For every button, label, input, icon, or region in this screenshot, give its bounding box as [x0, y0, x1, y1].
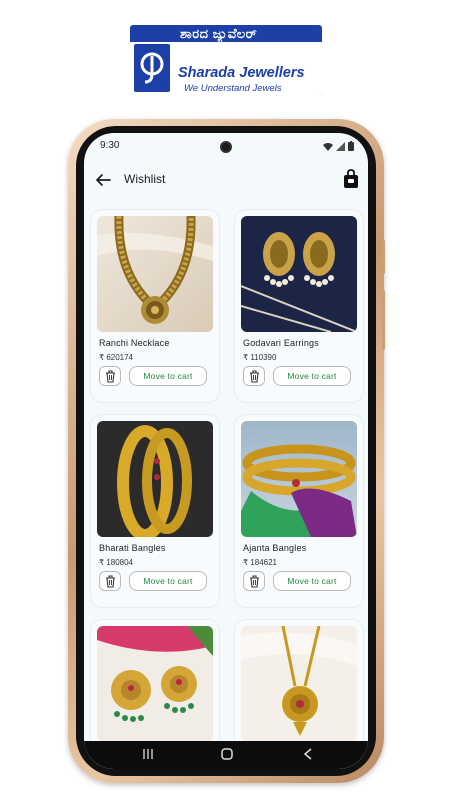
- volume-button: [382, 240, 385, 274]
- product-price: ₹ 620174: [99, 353, 134, 362]
- move-to-cart-button[interactable]: Move to cart: [273, 571, 351, 591]
- app-screen: 9:30 Wishlist Ranchi Necklace ₹ 620174 M…: [84, 133, 368, 769]
- product-card[interactable]: Bharati Bangles ₹ 180804 Move to cart: [90, 414, 220, 608]
- product-card[interactable]: Godavari Earrings ₹ 110390 Move to cart: [234, 209, 364, 403]
- status-icons: [323, 141, 354, 151]
- delete-button[interactable]: [99, 571, 121, 591]
- product-price: ₹ 110390: [243, 353, 277, 362]
- back-arrow-icon[interactable]: [94, 171, 112, 189]
- power-button: [382, 290, 385, 350]
- product-name: Ranchi Necklace: [99, 338, 170, 348]
- brand-english-name: Sharada Jewellers: [178, 65, 305, 81]
- system-nav-bar: [84, 741, 368, 769]
- product-name: Godavari Earrings: [243, 338, 319, 348]
- move-to-cart-button[interactable]: Move to cart: [129, 366, 207, 386]
- status-time: 9:30: [100, 140, 120, 151]
- page-title: Wishlist: [124, 172, 166, 186]
- move-to-cart-button[interactable]: Move to cart: [273, 366, 351, 386]
- product-image[interactable]: [241, 216, 357, 332]
- product-image[interactable]: [241, 626, 357, 742]
- signal-icon: [336, 141, 345, 151]
- status-bar: 9:30: [84, 133, 368, 159]
- product-name: Bharati Bangles: [99, 543, 166, 553]
- trash-icon: [250, 575, 259, 588]
- product-image[interactable]: [97, 421, 213, 537]
- move-to-cart-button[interactable]: Move to cart: [129, 571, 207, 591]
- delete-button[interactable]: [243, 366, 265, 386]
- back-nav-icon[interactable]: [302, 747, 314, 761]
- trash-icon: [106, 370, 115, 383]
- product-price: ₹ 184621: [243, 558, 278, 567]
- trash-icon: [106, 575, 115, 588]
- recent-apps-icon[interactable]: [142, 747, 154, 761]
- delete-button[interactable]: [243, 571, 265, 591]
- wifi-icon: [323, 142, 333, 151]
- product-card[interactable]: Ajanta Bangles ₹ 184621 Move to cart: [234, 414, 364, 608]
- home-icon[interactable]: [220, 747, 234, 761]
- brand-logo-icon: [134, 44, 170, 92]
- delete-button[interactable]: [99, 366, 121, 386]
- product-image[interactable]: [97, 216, 213, 332]
- shopping-bag-icon[interactable]: [342, 169, 360, 189]
- product-image[interactable]: [97, 626, 213, 742]
- brand-tagline: We Understand Jewels: [184, 83, 282, 94]
- product-image[interactable]: [241, 421, 357, 537]
- product-price: ₹ 180804: [99, 558, 134, 567]
- app-bar: Wishlist: [84, 163, 368, 197]
- front-camera: [220, 141, 232, 153]
- product-name: Ajanta Bangles: [243, 543, 307, 553]
- brand-banner: ಶಾರದ ಜ್ಯುವೆಲರ್ Sharada Jewellers We Unde…: [130, 25, 322, 95]
- product-card[interactable]: Ranchi Necklace ₹ 620174 Move to cart: [90, 209, 220, 403]
- battery-icon: [348, 141, 354, 151]
- trash-icon: [250, 370, 259, 383]
- brand-kannada-name: ಶಾರದ ಜ್ಯುವೆಲರ್: [180, 26, 258, 41]
